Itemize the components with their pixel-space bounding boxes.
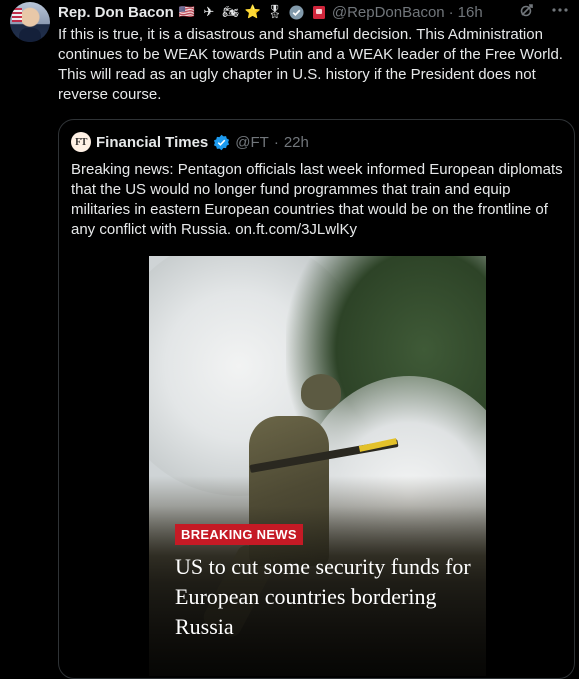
- star-emoji: ⭐: [244, 4, 261, 19]
- motorcycle-emoji: 🏍: [222, 4, 240, 19]
- article-card-image[interactable]: BREAKING NEWS US to cut some security fu…: [149, 256, 486, 676]
- separator: ·: [273, 133, 279, 151]
- tweet-header: Rep. Don Bacon 🇺🇸 ✈ 🏍 ⭐ 🎖 @RepDonBacon ·…: [58, 2, 483, 22]
- us-flag-emoji: 🇺🇸: [178, 4, 195, 19]
- quoted-tweet-time[interactable]: 22h: [284, 134, 309, 151]
- airplane-emoji: ✈: [203, 4, 215, 19]
- quoted-tweet-text: Breaking news: Pentagon officials last w…: [71, 161, 563, 238]
- quoted-author-handle[interactable]: @FT: [235, 134, 269, 151]
- medal-emoji: 🎖: [266, 4, 284, 19]
- author-name[interactable]: Rep. Don Bacon: [58, 4, 174, 21]
- red-book-emoji: [310, 4, 328, 20]
- separator: ·: [448, 3, 454, 21]
- quoted-tweet[interactable]: FT Financial Times @FT · 22h Breaking ne…: [58, 119, 575, 679]
- ft-logo[interactable]: FT: [71, 132, 91, 152]
- quoted-author-name[interactable]: Financial Times: [96, 134, 208, 151]
- tweet[interactable]: Rep. Don Bacon 🇺🇸 ✈ 🏍 ⭐ 🎖 @RepDonBacon ·…: [0, 0, 579, 679]
- tweet-time[interactable]: 16h: [458, 4, 483, 21]
- grok-icon[interactable]: [519, 2, 535, 23]
- soldier-helmet: [301, 374, 341, 410]
- article-headline: US to cut some security funds for Europe…: [175, 554, 471, 639]
- government-badge-icon: [288, 4, 306, 20]
- quoted-tweet-header: FT Financial Times @FT · 22h: [71, 132, 309, 152]
- more-icon[interactable]: [551, 2, 569, 23]
- author-avatar[interactable]: [10, 2, 50, 42]
- author-handle[interactable]: @RepDonBacon: [332, 4, 445, 21]
- breaking-news-badge: BREAKING NEWS: [175, 524, 303, 545]
- tweet-text: If this is true, it is a disastrous and …: [58, 26, 563, 103]
- verified-badge-icon: [213, 134, 230, 151]
- header-actions: [519, 2, 569, 23]
